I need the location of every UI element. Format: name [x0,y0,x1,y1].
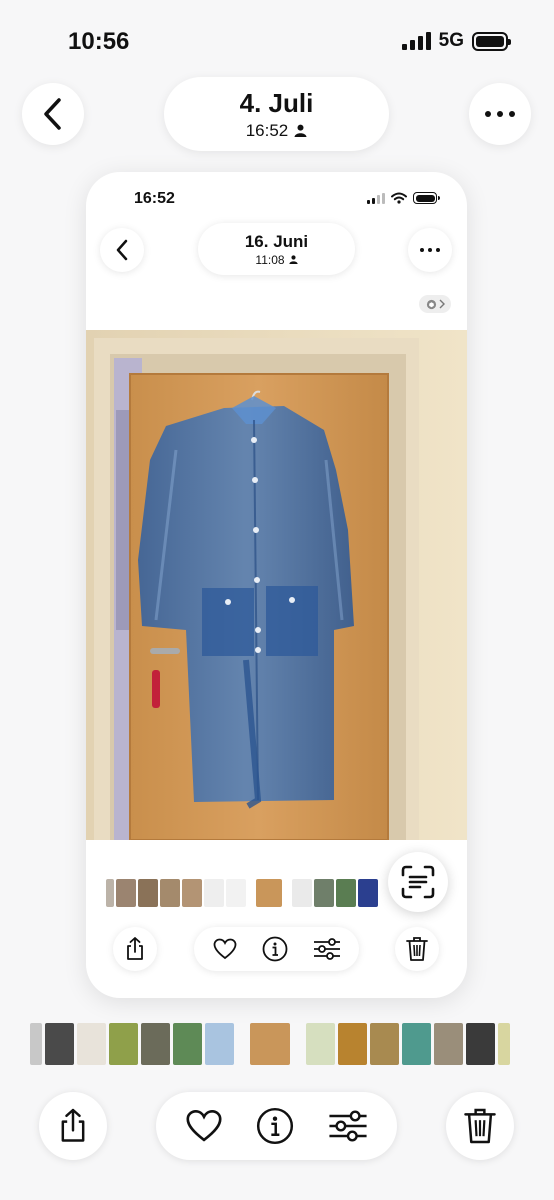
thumbnail[interactable] [160,879,180,907]
live-text-icon [401,865,435,899]
sliders-icon[interactable] [313,938,341,960]
thumbnail[interactable] [284,879,290,907]
heart-icon[interactable] [213,938,237,960]
person-icon [294,124,307,137]
heart-icon[interactable] [185,1109,223,1143]
thumbnail[interactable] [109,1023,138,1065]
thumbnail[interactable] [205,1023,234,1065]
signal-icon [367,192,385,204]
inner-more-button[interactable] [408,228,452,272]
action-pill [156,1092,397,1160]
thumbnail[interactable] [204,879,224,907]
sliders-icon[interactable] [328,1110,368,1142]
thumbnail[interactable] [106,879,114,907]
thumbnail[interactable] [338,1023,367,1065]
thumbnail-selected[interactable] [250,1023,290,1065]
thumbnail[interactable] [116,879,136,907]
inner-action-pill [194,927,359,971]
thumbnail[interactable] [306,1023,335,1065]
info-icon[interactable] [262,936,288,962]
delete-button[interactable] [446,1092,514,1160]
thumbnail-strip[interactable] [30,1022,510,1066]
status-bar: 10:56 5G [0,0,554,84]
thumbnail[interactable] [314,879,334,907]
inner-thumbnail-strip[interactable] [106,878,378,908]
thumbnail[interactable] [434,1023,463,1065]
thumbnail[interactable] [370,1023,399,1065]
person-icon [288,255,298,264]
thumbnail[interactable] [141,1023,170,1065]
share-button[interactable] [39,1092,107,1160]
share-icon [61,1108,85,1142]
inner-page-title: 16. Juni [244,231,309,251]
share-icon [127,937,143,960]
inner-back-button[interactable] [100,228,144,272]
thumbnail[interactable] [498,1023,510,1065]
thumbnail[interactable] [402,1023,431,1065]
inner-screenshot[interactable]: 16:52 16. Juni 11:08 [86,172,467,998]
live-text-button[interactable] [388,852,448,912]
thumbnail[interactable] [30,1023,42,1065]
thumbnail-selected[interactable] [256,879,282,907]
trash-icon [464,1108,496,1144]
chevron-right-icon [439,299,445,309]
ellipsis-icon [420,248,440,252]
inner-share-button[interactable] [113,927,157,971]
status-indicators: 5G [401,30,511,52]
chevron-left-icon [44,98,61,130]
page-subtitle: 16:52 [246,121,308,141]
ellipsis-icon [485,111,515,117]
thumbnail[interactable] [182,879,202,907]
date-title-pill[interactable]: 4. Juli 16:52 [164,77,389,151]
thumbnail[interactable] [336,879,356,907]
battery-icon [413,192,440,204]
more-button[interactable] [469,83,531,145]
battery-icon [472,31,511,51]
thumbnail[interactable] [226,879,246,907]
thumbnail[interactable] [292,879,312,907]
info-icon[interactable] [256,1107,294,1145]
live-photo-badge[interactable] [419,295,451,313]
signal-icon [401,32,431,50]
thumbnail[interactable] [138,879,158,907]
inner-status-time: 16:52 [134,190,175,207]
chevron-left-icon [116,239,128,261]
page-title: 4. Juli [239,87,314,118]
wifi-icon [391,192,407,204]
thumbnail[interactable] [248,879,254,907]
back-button[interactable] [22,83,84,145]
trash-icon [406,937,428,961]
thumbnail[interactable] [173,1023,202,1065]
thumbnail[interactable] [293,1023,303,1065]
thumbnail[interactable] [45,1023,74,1065]
network-label: 5G [438,30,464,51]
cube-icon [426,299,436,309]
inner-time-label: 11:08 [255,252,285,267]
time-label: 16:52 [245,120,289,140]
thumbnail[interactable] [358,879,378,907]
thumbnail[interactable] [237,1023,247,1065]
main-photo[interactable] [86,330,467,840]
thumbnail[interactable] [77,1023,106,1065]
status-time: 10:56 [68,28,130,55]
raincoat-photo [86,330,467,840]
thumbnail[interactable] [466,1023,495,1065]
inner-date-pill[interactable]: 16. Juni 11:08 [198,223,355,275]
inner-delete-button[interactable] [395,927,439,971]
